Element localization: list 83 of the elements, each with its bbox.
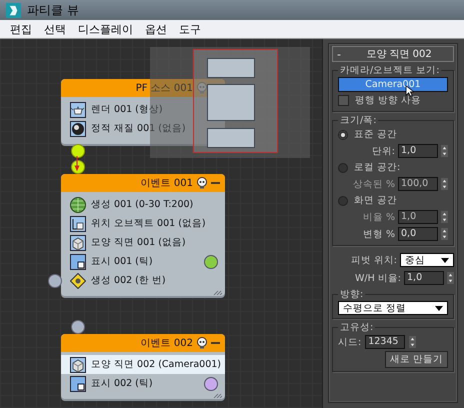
checkbox[interactable] — [338, 95, 349, 106]
event-node[interactable]: PF 소스 001 렌더 001 (형상) 정적 재질 001 (없음) — [61, 79, 225, 144]
group-label: 방향: — [339, 288, 364, 301]
operator-label: 생성 002 (한 번) — [91, 274, 166, 287]
operator-label: 위치 오브젝트 001 (없음) — [91, 217, 206, 230]
input-connector[interactable] — [71, 160, 85, 174]
diamond-icon — [70, 272, 86, 288]
resize-grip-icon[interactable] — [212, 393, 222, 398]
field-label: 상속된 % — [352, 178, 395, 190]
dropdown-arrow-icon — [435, 306, 443, 310]
collapse-sign: - — [337, 48, 342, 60]
operator-row[interactable]: 생성 002 (한 번) — [61, 271, 225, 290]
seed-field[interactable]: 12345 — [365, 335, 406, 349]
globe-icon — [70, 196, 86, 212]
operator-row[interactable]: 표시 001 (틱) — [61, 252, 225, 271]
operator-row[interactable]: 위치 오브젝트 001 (없음) — [61, 214, 225, 233]
rollout-title: 모양 직면 002 — [365, 48, 433, 61]
square-icon — [70, 254, 86, 270]
radio-button[interactable] — [338, 196, 348, 206]
output-connector[interactable] — [71, 144, 85, 158]
output-connector[interactable] — [48, 274, 62, 288]
operator-label: 모양 직면 002 (Camera001) — [91, 358, 222, 371]
resize-grip-icon[interactable] — [212, 290, 222, 295]
app-logo-icon — [6, 2, 21, 18]
operator-label: 모양 직면 001 (없음) — [91, 236, 186, 249]
event-node[interactable]: 이벤트 002 모양 직면 002 (Camera001) 표시 002 (틱) — [61, 334, 225, 399]
menu-item[interactable]: 디스플레이 — [78, 22, 133, 36]
radio-button[interactable] — [338, 162, 348, 172]
radio-label: 로컬 공간: — [354, 161, 400, 174]
menu-item[interactable]: 선택 — [44, 22, 66, 36]
spinner-icon[interactable] — [409, 336, 416, 348]
operator-row[interactable]: 모양 직면 001 (없음) — [61, 233, 225, 252]
field-label: 피벗 위치: — [350, 254, 397, 266]
cube-icon — [70, 356, 86, 372]
menu-item[interactable]: 옵션 — [145, 22, 167, 36]
new-seed-button[interactable]: 새로 만들기 — [384, 351, 448, 368]
menu-item[interactable]: 편집 — [10, 22, 32, 36]
number-field[interactable]: 1,0 — [404, 271, 444, 285]
number-field[interactable]: 1,0 — [398, 144, 438, 158]
cube-frame-icon — [70, 216, 86, 232]
node-title: 이벤트 001 — [140, 176, 193, 190]
spinner-icon[interactable] — [441, 211, 448, 223]
orientation-dropdown[interactable]: 수평으로 정렬 — [338, 301, 448, 315]
wire-arrow — [73, 156, 81, 172]
group-label: 카메라/오브젝트 보기: — [339, 64, 440, 77]
pivot-dropdown[interactable]: 중심 — [400, 253, 454, 267]
sphere-icon — [70, 120, 86, 136]
operator-label: 생성 001 (0-30 T:200) — [91, 198, 194, 211]
field-label: 비율 % — [362, 210, 395, 224]
input-connector[interactable] — [71, 320, 85, 334]
spinner-icon[interactable] — [447, 272, 454, 284]
rollout-header[interactable]: - 모양 직면 002 — [332, 46, 454, 62]
operator-label: 렌더 001 (형상) — [91, 103, 163, 116]
number-field[interactable]: 0,0 — [398, 227, 438, 241]
operator-label: 표시 002 (틱) — [91, 377, 153, 390]
checkbox-label: 평행 방향 사용 — [355, 94, 422, 107]
operator-row[interactable]: 모양 직면 002 (Camera001) — [61, 355, 225, 374]
group-label: 크기/폭: — [339, 114, 378, 127]
menu-item[interactable]: 도구 — [179, 22, 201, 36]
dropdown-arrow-icon — [441, 258, 449, 262]
spinner-icon[interactable] — [441, 228, 448, 240]
group-label: 고유성: — [339, 321, 374, 334]
operator-row[interactable]: 생성 001 (0-30 T:200) — [61, 195, 225, 214]
field-label: 시드: — [338, 336, 362, 348]
field-label: 단위: — [372, 144, 395, 158]
operator-label: 표시 001 (틱) — [91, 255, 153, 268]
window-title: 파티클 뷰 — [27, 2, 79, 18]
operator-row[interactable]: 표시 002 (틱) — [61, 374, 225, 393]
radio-label: 화면 공간 — [354, 194, 398, 207]
spinner-icon[interactable] — [441, 145, 448, 157]
node-title: 이벤트 002 — [140, 336, 193, 350]
teapot-icon — [70, 102, 86, 118]
square-icon — [70, 376, 86, 392]
radio-label: 표준 공간 — [354, 128, 398, 141]
event-node[interactable]: 이벤트 001 생성 001 (0-30 T:200) 위치 오브젝트 001 (없음) 모양 직면 001 (없음) 표시 001 (틱) 생성 002 (한 번) — [61, 174, 225, 296]
collapse-icon[interactable] — [211, 181, 220, 185]
field-label: W/H 비율: — [355, 272, 401, 284]
cube-icon — [70, 234, 86, 250]
radio-button[interactable] — [338, 130, 348, 140]
operator-label: 정적 재질 001 (없음) — [91, 122, 186, 135]
collapse-icon[interactable] — [211, 341, 220, 345]
spinner-icon[interactable] — [441, 178, 448, 190]
field-label: 변형 % — [362, 228, 395, 240]
